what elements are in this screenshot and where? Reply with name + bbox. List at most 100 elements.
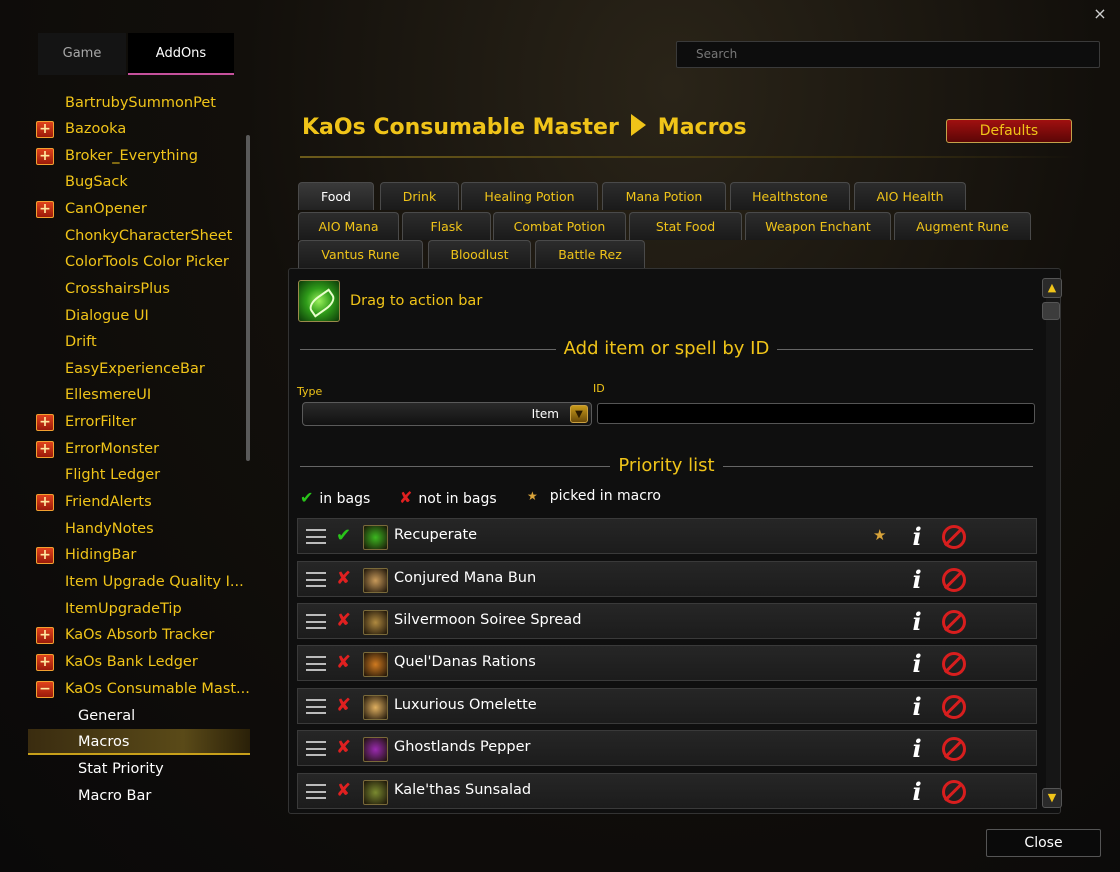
sidebar-item[interactable]: + KaOs Absorb Tracker xyxy=(28,622,250,648)
sidebar-item[interactable]: BartrubySummonPet xyxy=(28,90,250,116)
priority-row[interactable]: ✘ Ghostlands Pepper i xyxy=(297,730,1037,766)
drag-handle-icon[interactable] xyxy=(306,741,326,756)
info-icon[interactable]: i xyxy=(906,564,928,596)
delete-icon[interactable] xyxy=(942,737,966,761)
priority-row[interactable]: ✘ Kale'thas Sunsalad i xyxy=(297,773,1037,809)
expand-icon[interactable]: + xyxy=(36,148,54,165)
check-icon: ✔ xyxy=(300,488,314,507)
expand-icon[interactable]: + xyxy=(36,201,54,218)
scroll-up-icon[interactable]: ▲ xyxy=(1042,278,1062,298)
sidebar-subitem[interactable]: Macros xyxy=(28,729,250,755)
priority-row[interactable]: ✘ Silvermoon Soiree Spread i xyxy=(297,603,1037,639)
delete-icon[interactable] xyxy=(942,525,966,549)
priority-row[interactable]: ✘ Luxurious Omelette i xyxy=(297,688,1037,724)
drag-handle-icon[interactable] xyxy=(306,614,326,629)
sidebar-item[interactable]: Dialogue UI xyxy=(28,303,250,329)
expand-icon[interactable]: + xyxy=(36,627,54,644)
sidebar-item[interactable]: + ErrorMonster xyxy=(28,436,250,462)
sidebar-item[interactable]: Item Upgrade Quality I... xyxy=(28,569,250,595)
sidebar-item[interactable]: + FriendAlerts xyxy=(28,489,250,515)
collapse-icon[interactable]: − xyxy=(36,681,54,698)
search-input[interactable]: Search xyxy=(676,41,1100,68)
category-tab[interactable]: Vantus Rune xyxy=(298,240,423,268)
category-tab[interactable]: AIO Mana xyxy=(298,212,399,240)
sidebar-item-label: EllesmereUI xyxy=(65,387,152,403)
drag-handle-icon[interactable] xyxy=(306,784,326,799)
info-icon[interactable]: i xyxy=(906,733,928,765)
sidebar-subitem[interactable]: General xyxy=(28,703,250,729)
panel-scroll-thumb[interactable] xyxy=(1042,302,1060,320)
category-tab[interactable]: Weapon Enchant xyxy=(745,212,891,240)
priority-row[interactable]: ✘ Quel'Danas Rations i xyxy=(297,645,1037,681)
sidebar-item[interactable]: ItemUpgradeTip xyxy=(28,596,250,622)
delete-icon[interactable] xyxy=(942,695,966,719)
sidebar-item[interactable]: ColorTools Color Picker xyxy=(28,249,250,275)
sidebar-item-label: Flight Ledger xyxy=(65,467,161,483)
sidebar-subitem-label: Macros xyxy=(78,734,130,750)
delete-icon[interactable] xyxy=(942,780,966,804)
info-icon[interactable]: i xyxy=(906,648,928,680)
sidebar-item[interactable]: EasyExperienceBar xyxy=(28,356,250,382)
category-tab[interactable]: Flask xyxy=(402,212,491,240)
delete-icon[interactable] xyxy=(942,568,966,592)
category-tab[interactable]: Augment Rune xyxy=(894,212,1031,240)
expand-icon[interactable]: + xyxy=(36,414,54,431)
close-icon[interactable]: × xyxy=(1090,4,1110,24)
delete-icon[interactable] xyxy=(942,610,966,634)
sidebar-item[interactable]: + Bazooka xyxy=(28,116,250,142)
drag-handle-icon[interactable] xyxy=(306,699,326,714)
chevron-down-icon[interactable]: ▼ xyxy=(570,405,588,423)
sidebar-scrollbar[interactable] xyxy=(246,135,250,461)
delete-icon[interactable] xyxy=(942,652,966,676)
id-input[interactable] xyxy=(597,403,1035,424)
sidebar-item[interactable]: + CanOpener xyxy=(28,196,250,222)
sidebar-subitem[interactable]: Macro Bar xyxy=(28,783,250,809)
category-tab[interactable]: Healing Potion xyxy=(461,182,598,210)
scroll-down-icon[interactable]: ▼ xyxy=(1042,788,1062,808)
sidebar-item[interactable]: + HidingBar xyxy=(28,542,250,568)
category-tab[interactable]: Healthstone xyxy=(730,182,850,210)
priority-row[interactable]: ✘ Conjured Mana Bun i xyxy=(297,561,1037,597)
drag-handle-icon[interactable] xyxy=(306,529,326,544)
priority-row[interactable]: ✔ Recuperate ★ i xyxy=(297,518,1037,554)
drag-handle-icon[interactable] xyxy=(306,572,326,587)
sidebar-item[interactable]: − KaOs Consumable Mast... xyxy=(28,676,250,702)
panel-scroll-track[interactable] xyxy=(1046,298,1060,792)
sidebar-item[interactable]: CrosshairsPlus xyxy=(28,276,250,302)
category-tab[interactable]: Stat Food xyxy=(629,212,742,240)
category-tab[interactable]: Battle Rez xyxy=(535,240,645,268)
category-tab[interactable]: Combat Potion xyxy=(493,212,626,240)
expand-icon[interactable]: + xyxy=(36,441,54,458)
sidebar-item[interactable]: + KaOs Bank Ledger xyxy=(28,649,250,675)
expand-icon[interactable]: + xyxy=(36,654,54,671)
close-button[interactable]: Close xyxy=(986,829,1101,857)
expand-icon[interactable]: + xyxy=(36,121,54,138)
drag-handle-icon[interactable] xyxy=(306,656,326,671)
defaults-button[interactable]: Defaults xyxy=(946,119,1072,143)
sidebar-item[interactable]: + ErrorFilter xyxy=(28,409,250,435)
category-tab[interactable]: Bloodlust xyxy=(428,240,531,268)
sidebar-item[interactable]: + Broker_Everything xyxy=(28,143,250,169)
sidebar-subitem[interactable]: Stat Priority xyxy=(28,756,250,782)
info-icon[interactable]: i xyxy=(906,606,928,638)
expand-icon[interactable]: + xyxy=(36,547,54,564)
category-tab[interactable]: AIO Health xyxy=(854,182,966,210)
info-icon[interactable]: i xyxy=(906,521,928,553)
sidebar-item[interactable]: EllesmereUI xyxy=(28,382,250,408)
category-tab[interactable]: Drink xyxy=(380,182,459,210)
sidebar-item[interactable]: Drift xyxy=(28,329,250,355)
category-tab[interactable]: Mana Potion xyxy=(602,182,726,210)
sidebar-item[interactable]: HandyNotes xyxy=(28,516,250,542)
tab-game[interactable]: Game xyxy=(38,33,126,75)
leaf-icon[interactable] xyxy=(298,280,340,322)
tab-addons[interactable]: AddOns xyxy=(128,33,234,75)
category-tab[interactable]: Food xyxy=(298,182,374,210)
expand-icon[interactable]: + xyxy=(36,494,54,511)
sidebar-item-label: ItemUpgradeTip xyxy=(65,601,182,617)
type-dropdown[interactable]: Item ▼ xyxy=(302,402,592,426)
info-icon[interactable]: i xyxy=(906,776,928,808)
info-icon[interactable]: i xyxy=(906,691,928,723)
sidebar-item[interactable]: BugSack xyxy=(28,169,250,195)
sidebar-item[interactable]: ChonkyCharacterSheet xyxy=(28,223,250,249)
sidebar-item[interactable]: Flight Ledger xyxy=(28,462,250,488)
